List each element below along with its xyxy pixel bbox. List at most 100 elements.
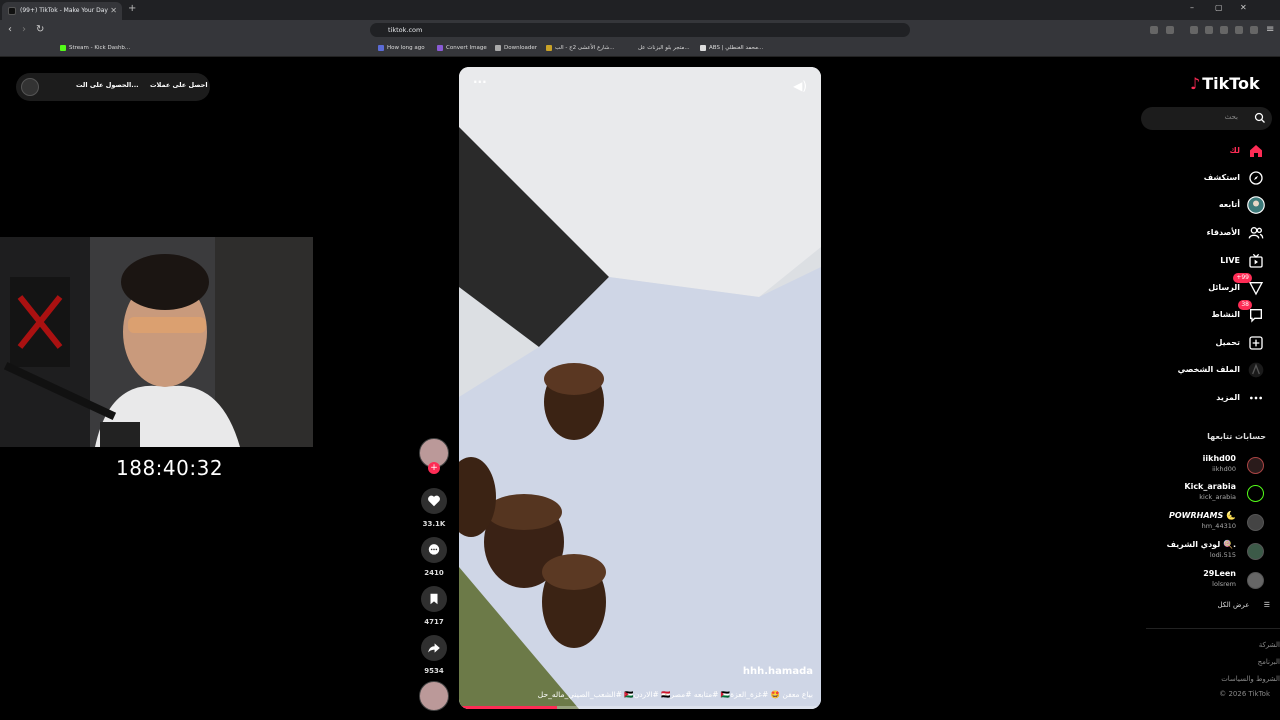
- comment-icon: [428, 544, 440, 555]
- like-button[interactable]: [421, 488, 447, 514]
- nav-label: استكشف: [1203, 173, 1240, 182]
- following-account[interactable]: iikhd00 iikhd00: [1150, 454, 1270, 478]
- avatar[interactable]: [21, 78, 39, 96]
- video-caption: بياع معفن 🤩 #غزة_العزة🇵🇸 #متابعه #مصر🇪🇬 …: [537, 690, 813, 699]
- home-icon: [1250, 145, 1262, 157]
- bookmark-label: How long ago: [387, 45, 425, 51]
- forward-icon[interactable]: ›: [22, 24, 26, 35]
- nav-item-messages[interactable]: الرسائل +99: [1150, 273, 1270, 299]
- following-account[interactable]: 29Leen lolsrem: [1150, 569, 1270, 593]
- video-player[interactable]: ··· ◀︎) hhh.hamada بياع معفن 🤩 #غزة_العز…: [459, 67, 821, 709]
- back-icon[interactable]: ‹: [8, 24, 12, 35]
- account-handle: lolsrem: [1212, 580, 1236, 588]
- get-coins-button[interactable]: احصل على عملات: [150, 81, 208, 89]
- nav-label: LIVE: [1220, 256, 1240, 265]
- extension-icon[interactable]: [1235, 26, 1243, 34]
- extension-icon[interactable]: [1150, 26, 1158, 34]
- url-field[interactable]: tiktok.com: [370, 23, 910, 37]
- footer-link-terms[interactable]: الشروط والسياسات: [1221, 675, 1280, 683]
- bookmark-item[interactable]: Stream - Kick Dashb...: [60, 43, 130, 53]
- following-account[interactable]: Kick_arabia kick_arabia: [1150, 482, 1270, 506]
- avatar: [1247, 543, 1264, 560]
- extension-icon[interactable]: [1220, 26, 1228, 34]
- nav-item-explore[interactable]: استكشف: [1150, 169, 1270, 189]
- following-account[interactable]: لودي الشريف 🍭. lodi.515: [1150, 540, 1270, 564]
- extension-icon[interactable]: [1250, 26, 1258, 34]
- music-avatar[interactable]: [419, 681, 449, 711]
- nav-label: المزيد: [1216, 393, 1240, 402]
- webcam-overlay: [0, 237, 313, 447]
- share-count: 9534: [424, 667, 444, 675]
- bookmark-icon: [495, 44, 501, 51]
- list-icon: ☰: [1263, 601, 1270, 609]
- extension-icon[interactable]: [1166, 26, 1174, 34]
- divider: [1146, 628, 1280, 629]
- nav-item-live[interactable]: LIVE: [1150, 252, 1270, 272]
- save-count: 4717: [424, 618, 444, 626]
- nav-item-following[interactable]: أتابعه: [1150, 196, 1270, 216]
- activity-badge: 38: [1238, 300, 1252, 310]
- minimize-icon[interactable]: –: [1190, 3, 1194, 12]
- activity-icon: [1250, 309, 1262, 323]
- tiktok-logo[interactable]: ♪ TikTok: [1190, 74, 1260, 93]
- nav-item-profile[interactable]: الملف الشخصي: [1150, 361, 1270, 381]
- video-progress-bar[interactable]: [459, 706, 821, 709]
- extension-icon[interactable]: [1190, 26, 1198, 34]
- kick-icon: [60, 44, 66, 51]
- heart-icon: [428, 495, 440, 507]
- bookmark-item[interactable]: متجر بلو البزنات عل...: [638, 43, 690, 53]
- bookmark-item[interactable]: ABS | محمد الغنطلي...: [700, 43, 763, 53]
- nav-label: لك: [1229, 146, 1240, 155]
- footer-link-company[interactable]: الشركة: [1259, 641, 1280, 649]
- tab-close-icon[interactable]: ✕: [110, 2, 117, 20]
- window-close-icon[interactable]: ✕: [1240, 3, 1247, 12]
- see-all-link[interactable]: عرض الكل ☰: [1218, 601, 1271, 609]
- bookmark-icon: [700, 44, 706, 51]
- bookmark-icon: [546, 44, 552, 51]
- nav-item-for-you[interactable]: لك: [1150, 142, 1270, 162]
- video-author[interactable]: hhh.hamada: [743, 666, 813, 677]
- nav-item-activity[interactable]: النشاط 38: [1150, 300, 1270, 326]
- account-handle: lodi.515: [1209, 551, 1236, 559]
- sound-icon[interactable]: ◀︎): [793, 79, 807, 93]
- bookmark-item[interactable]: شارع الأعشى 2ج - الب...: [546, 43, 615, 53]
- bookmark-item[interactable]: Downloader: [495, 43, 537, 53]
- save-button[interactable]: [421, 586, 447, 612]
- maximize-icon[interactable]: ▢: [1215, 3, 1223, 12]
- bookmark-item[interactable]: How long ago: [378, 43, 425, 53]
- new-tab-icon[interactable]: +: [128, 3, 136, 14]
- following-avatar-icon: [1247, 196, 1265, 214]
- nav-label: أتابعه: [1218, 200, 1240, 209]
- friends-icon: [1248, 227, 1264, 239]
- account-name: لودي الشريف 🍭.: [1166, 540, 1236, 549]
- share-button[interactable]: [421, 635, 447, 661]
- coins-promo-bar: الحصول على الت... احصل على عملات: [16, 73, 210, 101]
- search-icon[interactable]: [1254, 112, 1266, 124]
- browser-menu-icon[interactable]: ≡: [1266, 24, 1274, 35]
- footer-link-program[interactable]: البرنامج: [1258, 658, 1280, 666]
- follow-plus-icon[interactable]: +: [428, 462, 440, 474]
- logo-text: TikTok: [1202, 74, 1260, 93]
- nav-item-upload[interactable]: تحميل: [1150, 334, 1270, 354]
- following-account[interactable]: 𝙋𝙊𝙒𝙍𝙃𝘼𝙈𝙎 🌜 hm_44310: [1150, 511, 1270, 535]
- reload-icon[interactable]: ↻: [36, 24, 44, 35]
- live-icon: [1249, 253, 1263, 268]
- browser-tab[interactable]: (99+) TikTok - Make Your Day ✕: [2, 2, 122, 20]
- bookmark-label: ABS | محمد الغنطلي...: [709, 45, 764, 51]
- account-handle: iikhd00: [1212, 465, 1236, 473]
- kick-avatar: [1247, 485, 1264, 502]
- comment-count: 2410: [424, 569, 444, 577]
- extension-icon[interactable]: [1205, 26, 1213, 34]
- search-input[interactable]: بحث: [1141, 107, 1272, 130]
- get-app-button[interactable]: الحصول على الت...: [76, 81, 139, 89]
- bookmarks-bar: Stream - Kick Dashb... How long ago Conv…: [0, 40, 1280, 57]
- comment-button[interactable]: [421, 537, 447, 563]
- bookmark-item[interactable]: Convert Image: [437, 43, 487, 53]
- compass-icon: [1249, 171, 1263, 185]
- avatar: [1247, 514, 1264, 531]
- nav-item-more[interactable]: المزيد: [1150, 389, 1270, 409]
- nav-item-friends[interactable]: الأصدقاء: [1150, 224, 1270, 244]
- video-frame: [459, 67, 821, 709]
- more-options-icon[interactable]: ···: [473, 75, 487, 89]
- search-placeholder: بحث: [1224, 113, 1238, 121]
